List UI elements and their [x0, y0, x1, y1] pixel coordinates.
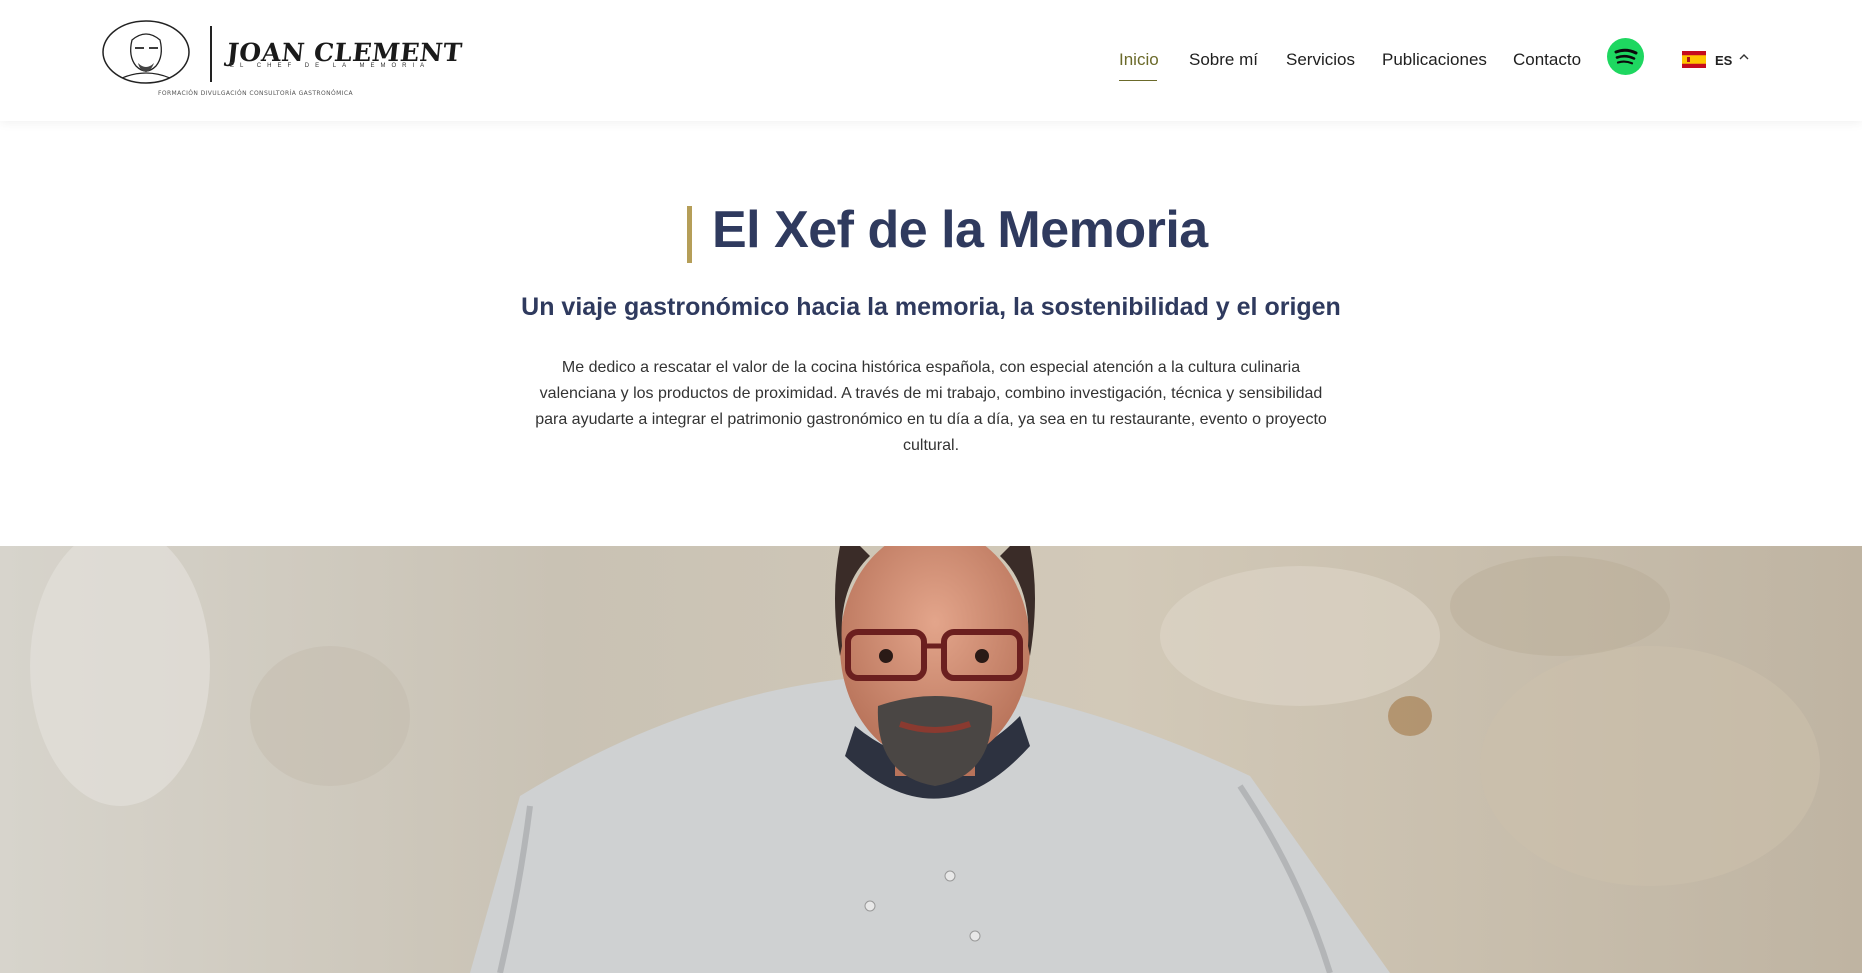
active-nav-underline	[1119, 80, 1157, 81]
language-code: ES	[1715, 53, 1733, 68]
spotify-icon[interactable]	[1607, 38, 1644, 75]
brand-tagline: FORMACIÓN DIVULGACIÓN CONSULTORÍA GASTRO…	[158, 90, 353, 97]
main-nav: Inicio Sobre mí Servicios Publicaciones …	[0, 50, 1862, 74]
chevron-up-icon	[1739, 54, 1749, 60]
nav-item-publicaciones[interactable]: Publicaciones	[1382, 50, 1487, 70]
page-title: El Xef de la Memoria	[712, 201, 1208, 259]
site-header: JOAN CLEMENT EL CHEF DE LA MEMORIA FORMA…	[0, 0, 1862, 121]
intro-paragraph: Me dedico a rescatar el valor de la coci…	[535, 359, 1327, 454]
page-subtitle: Un viaje gastronómico hacia la memoria, …	[521, 293, 1341, 321]
chef-hero-photo	[0, 546, 1862, 973]
nav-item-inicio[interactable]: Inicio	[1119, 50, 1159, 70]
nav-item-servicios[interactable]: Servicios	[1286, 50, 1355, 70]
spain-flag-icon	[1682, 51, 1706, 68]
nav-item-contacto[interactable]: Contacto	[1513, 50, 1581, 70]
nav-item-sobre-mi[interactable]: Sobre mí	[1189, 50, 1258, 70]
title-accent-bar	[687, 206, 692, 263]
